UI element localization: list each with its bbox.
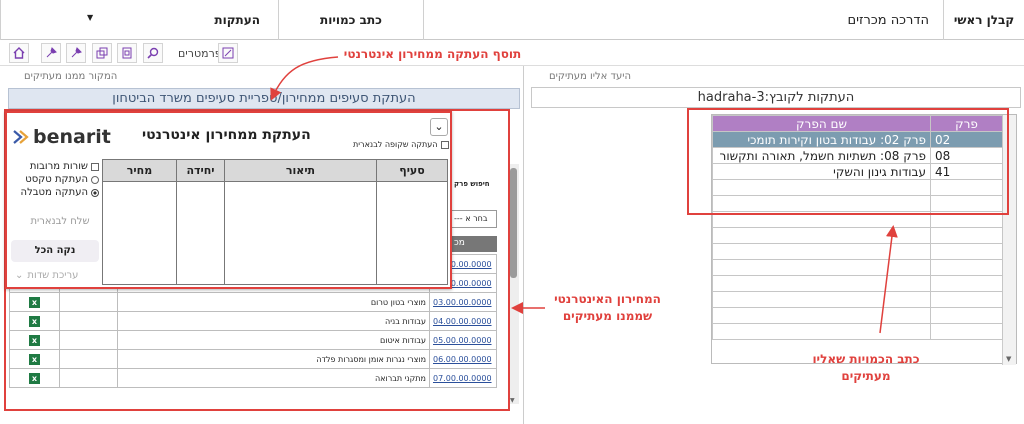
arrow-plugin [270,56,339,101]
arrow-target [879,225,898,334]
annotation-arrows [270,56,898,334]
